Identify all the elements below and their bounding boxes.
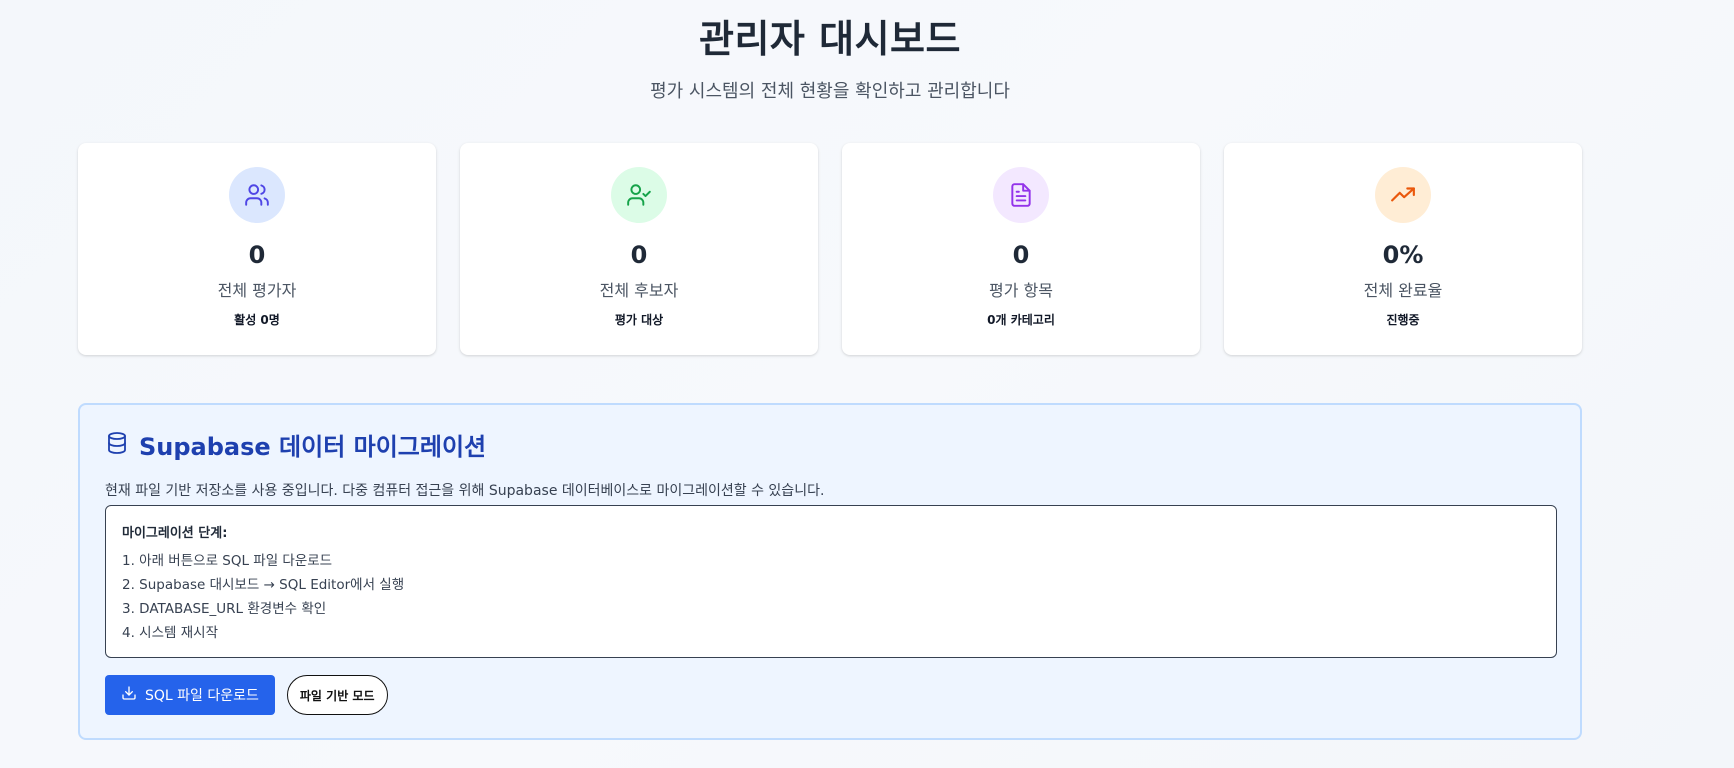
file-mode-button[interactable]: 파일 기반 모드 [286, 675, 388, 715]
stat-sublabel: 진행중 [1386, 313, 1420, 327]
sql-download-label: SQL 파일 다운로드 [145, 688, 259, 704]
stat-label: 전체 후보자 [599, 281, 679, 300]
page-header: 관리자 대시보드 평가 시스템의 전체 현황을 확인하고 관리합니다 [0, 0, 1660, 103]
page-title: 관리자 대시보드 [699, 17, 961, 61]
migration-steps-box: 마이그레이션 단계: 1. 아래 버튼으로 SQL 파일 다운로드 2. Sup… [105, 505, 1557, 658]
admin-dashboard: 관리자 대시보드 평가 시스템의 전체 현황을 확인하고 관리합니다 0 전체 … [0, 0, 1734, 768]
stat-card-evaluators: 0 전체 평가자 활성 0명 [78, 143, 436, 355]
migration-description: 현재 파일 기반 저장소를 사용 중입니다. 다중 컴퓨터 접근을 위해 Sup… [105, 483, 825, 499]
stat-sublabel: 활성 0명 [234, 313, 280, 327]
page-subtitle: 평가 시스템의 전체 현황을 확인하고 관리합니다 [650, 81, 1010, 102]
stat-value: 0 [630, 241, 648, 269]
migration-actions: SQL 파일 다운로드 파일 기반 모드 [105, 675, 388, 715]
migration-title: Supabase 데이터 마이그레이션 [139, 433, 487, 461]
list-item: 3. DATABASE_URL 환경변수 확인 [122, 601, 327, 617]
list-item: 1. 아래 버튼으로 SQL 파일 다운로드 [122, 553, 333, 569]
stats-row: 0 전체 평가자 활성 0명 0 전체 후보자 평가 대상 0 평가 항목 0개… [78, 143, 1582, 355]
download-icon [121, 685, 137, 705]
steps-list: 1. 아래 버튼으로 SQL 파일 다운로드 2. Supabase 대시보드 … [122, 549, 1540, 645]
stat-label: 평가 항목 [989, 281, 1053, 300]
trending-up-icon [1375, 167, 1431, 223]
document-icon [993, 167, 1049, 223]
migration-panel: Supabase 데이터 마이그레이션 현재 파일 기반 저장소를 사용 중입니… [78, 403, 1582, 740]
stat-card-completion: 0% 전체 완료율 진행중 [1224, 143, 1582, 355]
steps-title: 마이그레이션 단계: [122, 526, 228, 541]
stat-value: 0% [1382, 241, 1424, 269]
user-check-icon [611, 167, 667, 223]
stat-sublabel: 평가 대상 [614, 313, 664, 327]
users-icon [229, 167, 285, 223]
list-item: 4. 시스템 재시작 [122, 625, 218, 641]
stat-value: 0 [1012, 241, 1030, 269]
stat-card-candidates: 0 전체 후보자 평가 대상 [460, 143, 818, 355]
stat-value: 0 [248, 241, 266, 269]
migration-header: Supabase 데이터 마이그레이션 [105, 427, 486, 462]
stat-label: 전체 평가자 [217, 281, 297, 300]
stat-sublabel: 0개 카테고리 [987, 313, 1055, 327]
list-item: 2. Supabase 대시보드 → SQL Editor에서 실행 [122, 577, 405, 593]
sql-download-button[interactable]: SQL 파일 다운로드 [105, 675, 275, 715]
stat-label: 전체 완료율 [1363, 281, 1443, 300]
database-icon [105, 430, 129, 460]
stat-card-items: 0 평가 항목 0개 카테고리 [842, 143, 1200, 355]
